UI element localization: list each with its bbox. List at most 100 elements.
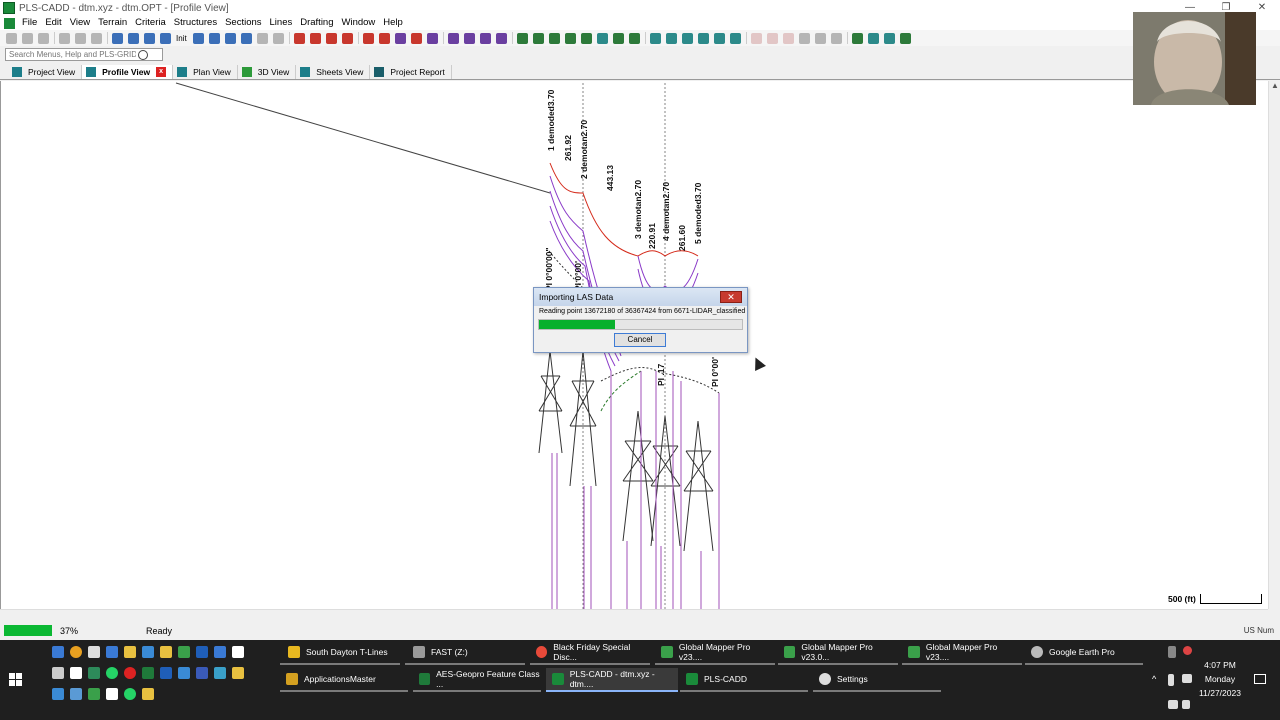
sag-tool-icon[interactable] <box>447 32 459 44</box>
pinned-app-icon[interactable] <box>52 646 64 658</box>
menu-structures[interactable]: Structures <box>170 16 221 30</box>
disabled-tool-icon[interactable] <box>256 32 268 44</box>
move-structure-icon[interactable] <box>325 32 337 44</box>
task-global-mapper-2[interactable]: Global Mapper Pro v23.0... <box>778 641 898 665</box>
task-global-mapper-3[interactable]: Global Mapper Pro v23.... <box>902 641 1022 665</box>
volume-icon[interactable] <box>1182 700 1190 709</box>
menu-edit[interactable]: Edit <box>41 16 65 30</box>
task-settings[interactable]: Settings <box>813 668 941 692</box>
add-view-icon[interactable] <box>899 32 911 44</box>
init-button[interactable]: Init <box>176 34 187 43</box>
pi-query-icon[interactable] <box>394 32 406 44</box>
display-icon[interactable] <box>1168 700 1178 709</box>
pinned-app-icon[interactable] <box>142 688 154 700</box>
menu-window[interactable]: Window <box>338 16 380 30</box>
pinned-app-icon[interactable] <box>178 667 190 679</box>
system-clock[interactable]: 4:07 PM Monday 11/27/2023 <box>1195 658 1245 700</box>
line-move-icon[interactable] <box>713 32 725 44</box>
cut-icon[interactable] <box>59 32 70 44</box>
status-dot-icon[interactable] <box>1183 646 1192 655</box>
grid-view-icon[interactable] <box>851 32 863 44</box>
save-icon[interactable] <box>38 32 49 44</box>
task-fast-drive[interactable]: FAST (Z:) <box>405 641 525 665</box>
new-file-icon[interactable] <box>6 32 17 44</box>
vertical-scrollbar[interactable]: ▲ <box>1268 81 1280 609</box>
document-icon[interactable] <box>4 17 15 29</box>
zoom-out-icon[interactable] <box>128 32 139 44</box>
tab-profile-view[interactable]: Profile View x <box>82 64 174 79</box>
pinned-app-icon[interactable] <box>232 667 244 679</box>
open-folder-icon[interactable] <box>22 32 33 44</box>
terrain-link-icon[interactable] <box>596 32 608 44</box>
menu-file[interactable]: File <box>18 16 41 30</box>
delete-structure-icon[interactable] <box>341 32 353 44</box>
pinned-app-icon[interactable] <box>88 667 100 679</box>
pinned-app-icon[interactable] <box>142 646 154 658</box>
sphere-tool-icon[interactable] <box>798 32 810 44</box>
chevron-up-icon[interactable]: ^ <box>1152 674 1164 686</box>
zoom-in-icon[interactable] <box>112 32 123 44</box>
terrain-point-icon[interactable] <box>516 32 528 44</box>
menu-help[interactable]: Help <box>379 16 407 30</box>
global-mapper-icon[interactable] <box>178 646 190 658</box>
menu-view[interactable]: View <box>66 16 94 30</box>
dialog-close-button[interactable]: ✕ <box>720 291 742 303</box>
sag-delete-icon[interactable] <box>495 32 507 44</box>
photoshop-icon[interactable] <box>196 646 208 658</box>
sheet-view-icon[interactable] <box>867 32 879 44</box>
measure-tool-icon[interactable] <box>272 32 284 44</box>
tab-plan-view[interactable]: Plan View <box>173 64 238 79</box>
windows-start-icon[interactable] <box>9 673 22 686</box>
edit-structure-icon[interactable] <box>309 32 321 44</box>
search-icon[interactable] <box>138 49 148 60</box>
task-chrome[interactable]: Black Friday Special Disc... <box>530 641 650 665</box>
pinned-app-icon[interactable] <box>196 667 208 679</box>
pinned-app-icon[interactable] <box>52 688 64 700</box>
pinned-app-icon[interactable] <box>106 688 118 700</box>
notepad-icon[interactable] <box>232 646 244 658</box>
edit-pi-icon[interactable] <box>378 32 390 44</box>
menu-criteria[interactable]: Criteria <box>131 16 170 30</box>
excel-icon[interactable] <box>142 667 154 679</box>
task-pls-cadd[interactable]: PLS-CADD <box>680 668 808 692</box>
meet-now-icon[interactable] <box>1168 646 1176 658</box>
tab-3d-view[interactable]: 3D View <box>238 64 297 79</box>
export-view-icon[interactable] <box>883 32 895 44</box>
rotate-center-icon[interactable] <box>224 32 236 44</box>
search-input[interactable] <box>6 50 136 59</box>
copy-icon[interactable] <box>75 32 86 44</box>
pointer-tool-icon[interactable] <box>830 32 842 44</box>
terrain-edit-icon[interactable] <box>548 32 560 44</box>
pi-delete-icon[interactable] <box>426 32 438 44</box>
network-icon[interactable] <box>1182 674 1192 683</box>
terrain-add-icon[interactable] <box>532 32 544 44</box>
whatsapp-icon[interactable] <box>106 667 118 679</box>
pinned-app-icon[interactable] <box>214 646 226 658</box>
rotate-right-icon[interactable] <box>240 32 252 44</box>
pinned-app-icon[interactable] <box>70 688 82 700</box>
mail-icon[interactable] <box>106 646 118 658</box>
microphone-icon[interactable] <box>1168 674 1174 686</box>
sag-move-icon[interactable] <box>479 32 491 44</box>
tab-sheets-view[interactable]: Sheets View <box>296 64 371 79</box>
rotate-back-icon[interactable] <box>208 32 220 44</box>
line-query-icon[interactable] <box>729 32 741 44</box>
zoom-tool-icon[interactable] <box>814 32 826 44</box>
task-global-mapper-1[interactable]: Global Mapper Pro v23.... <box>655 641 775 665</box>
task-south-dayton[interactable]: South Dayton T-Lines <box>280 641 400 665</box>
paste-icon[interactable] <box>91 32 102 44</box>
tab-project-report[interactable]: Project Report <box>370 64 452 79</box>
task-applications-master[interactable]: ApplicationsMaster <box>280 668 408 692</box>
menu-terrain[interactable]: Terrain <box>94 16 131 30</box>
insert-pi-icon[interactable] <box>362 32 374 44</box>
rotate-left-icon[interactable] <box>192 32 204 44</box>
line-edit-icon[interactable] <box>665 32 677 44</box>
sag-edit-icon[interactable] <box>463 32 475 44</box>
terrain-check-icon[interactable] <box>564 32 576 44</box>
horizontal-scrollbar[interactable] <box>0 609 1268 621</box>
menu-lines[interactable]: Lines <box>266 16 297 30</box>
zoom-minus-icon[interactable] <box>160 32 171 44</box>
task-pls-cadd-active[interactable]: PLS-CADD - dtm.xyz - dtm.... <box>546 668 678 692</box>
record-icon[interactable] <box>124 667 136 679</box>
menu-drafting[interactable]: Drafting <box>296 16 337 30</box>
